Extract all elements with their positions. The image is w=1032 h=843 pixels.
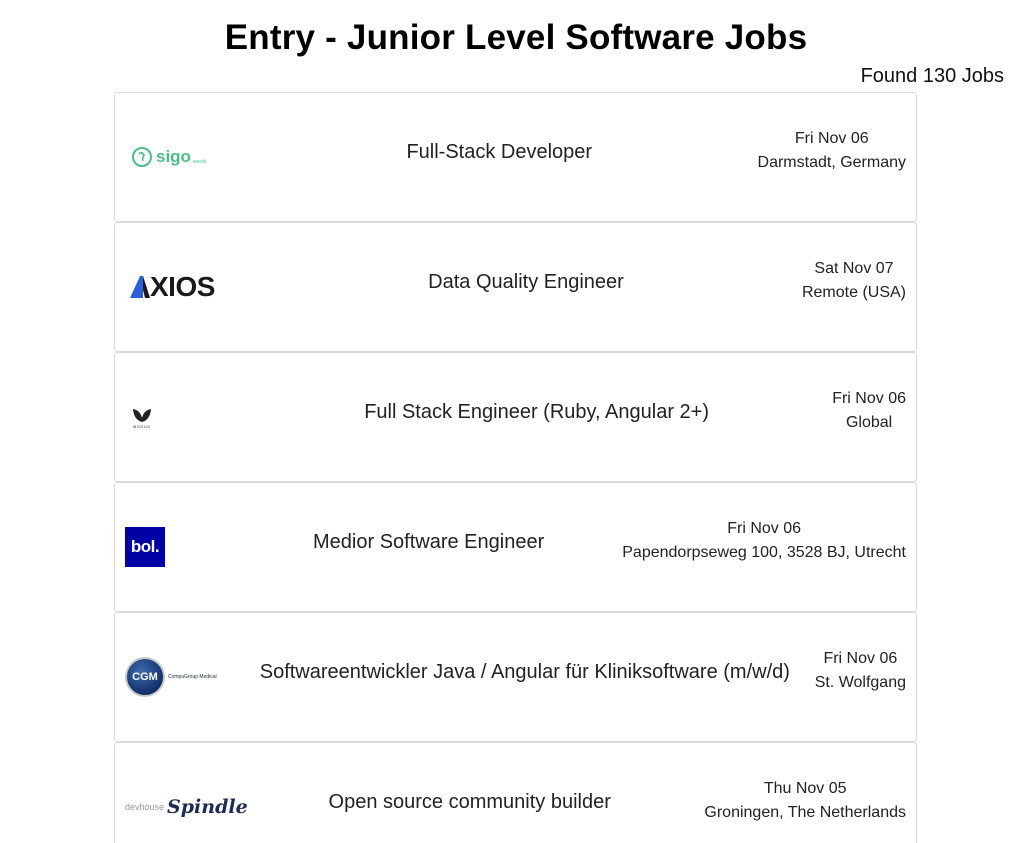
- job-list: sigo seeds Full-Stack Developer Fri Nov …: [114, 92, 917, 843]
- job-location: Global: [845, 414, 893, 431]
- cgm-logo: CGM CompuGroup Medical: [125, 657, 235, 697]
- job-date: Thu Nov 05: [763, 780, 847, 797]
- job-meta: Sat Nov 07 Remote (USA): [802, 257, 906, 305]
- job-title[interactable]: Full Stack Engineer (Ruby, Angular 2+): [241, 401, 832, 424]
- job-meta: Thu Nov 05 Groningen, The Netherlands: [704, 777, 906, 825]
- job-location: Papendorpseweg 100, 3528 BJ, Utrecht: [622, 544, 906, 561]
- job-title[interactable]: Softwareentwickler Java / Angular für Kl…: [235, 661, 815, 684]
- job-card[interactable]: bol. Medior Software Engineer Fri Nov 06…: [114, 482, 917, 612]
- job-card[interactable]: devhouse Spindle Open source community b…: [114, 742, 917, 843]
- axios-logo: XIOS: [125, 271, 250, 303]
- job-date: Fri Nov 06: [832, 390, 906, 407]
- bol-logo: bol.: [125, 527, 235, 567]
- job-location: Groningen, The Netherlands: [704, 804, 906, 821]
- job-title[interactable]: Medior Software Engineer: [235, 531, 622, 554]
- job-title[interactable]: Full-Stack Developer: [241, 141, 758, 164]
- sigo-logo: sigo seeds: [125, 146, 241, 168]
- cgm-logo-text: CGM: [125, 657, 165, 697]
- spindle-logo: devhouse Spindle: [125, 796, 248, 818]
- job-meta: Fri Nov 06 Global: [832, 387, 906, 435]
- job-date: Fri Nov 06: [823, 650, 898, 667]
- cgm-logo-subtext: CompuGroup Medical: [168, 674, 217, 680]
- job-card[interactable]: MODUS Full Stack Engineer (Ruby, Angular…: [114, 352, 917, 482]
- job-location: Remote (USA): [801, 284, 906, 301]
- job-card[interactable]: XIOS Data Quality Engineer Sat Nov 07 Re…: [114, 222, 917, 352]
- job-date: Fri Nov 06: [727, 520, 802, 537]
- job-card[interactable]: sigo seeds Full-Stack Developer Fri Nov …: [114, 92, 917, 222]
- sigo-logo-text: sigo: [156, 147, 191, 166]
- axios-logo-text: XIOS: [150, 271, 215, 302]
- sigo-logo-subtext: seeds: [192, 159, 207, 165]
- modus-leaf-icon: [133, 408, 151, 422]
- job-title[interactable]: Open source community builder: [235, 791, 704, 814]
- sigo-icon: [132, 147, 152, 167]
- job-date: Sat Nov 07: [814, 260, 894, 277]
- job-card[interactable]: CGM CompuGroup Medical Softwareentwickle…: [114, 612, 917, 742]
- page-title: Entry - Junior Level Software Jobs: [224, 18, 808, 57]
- axios-a-icon: [130, 276, 150, 298]
- bol-logo-text: bol.: [125, 527, 165, 567]
- job-location: Darmstadt, Germany: [757, 154, 906, 171]
- spindle-logo-subtext: devhouse: [125, 802, 165, 812]
- job-board-page: Entry - Junior Level Software Jobs Found…: [0, 0, 1032, 843]
- modus-logo: MODUS: [125, 406, 241, 429]
- job-meta: Fri Nov 06 St. Wolfgang: [815, 647, 906, 695]
- job-meta: Fri Nov 06 Darmstadt, Germany: [758, 127, 906, 175]
- job-location: St. Wolfgang: [814, 674, 906, 691]
- modus-logo-text: MODUS: [133, 423, 151, 429]
- job-title[interactable]: Data Quality Engineer: [250, 271, 802, 294]
- job-count: Found 130 Jobs: [860, 65, 1004, 87]
- job-meta: Fri Nov 06 Papendorpseweg 100, 3528 BJ, …: [622, 517, 906, 565]
- job-date: Fri Nov 06: [794, 130, 869, 147]
